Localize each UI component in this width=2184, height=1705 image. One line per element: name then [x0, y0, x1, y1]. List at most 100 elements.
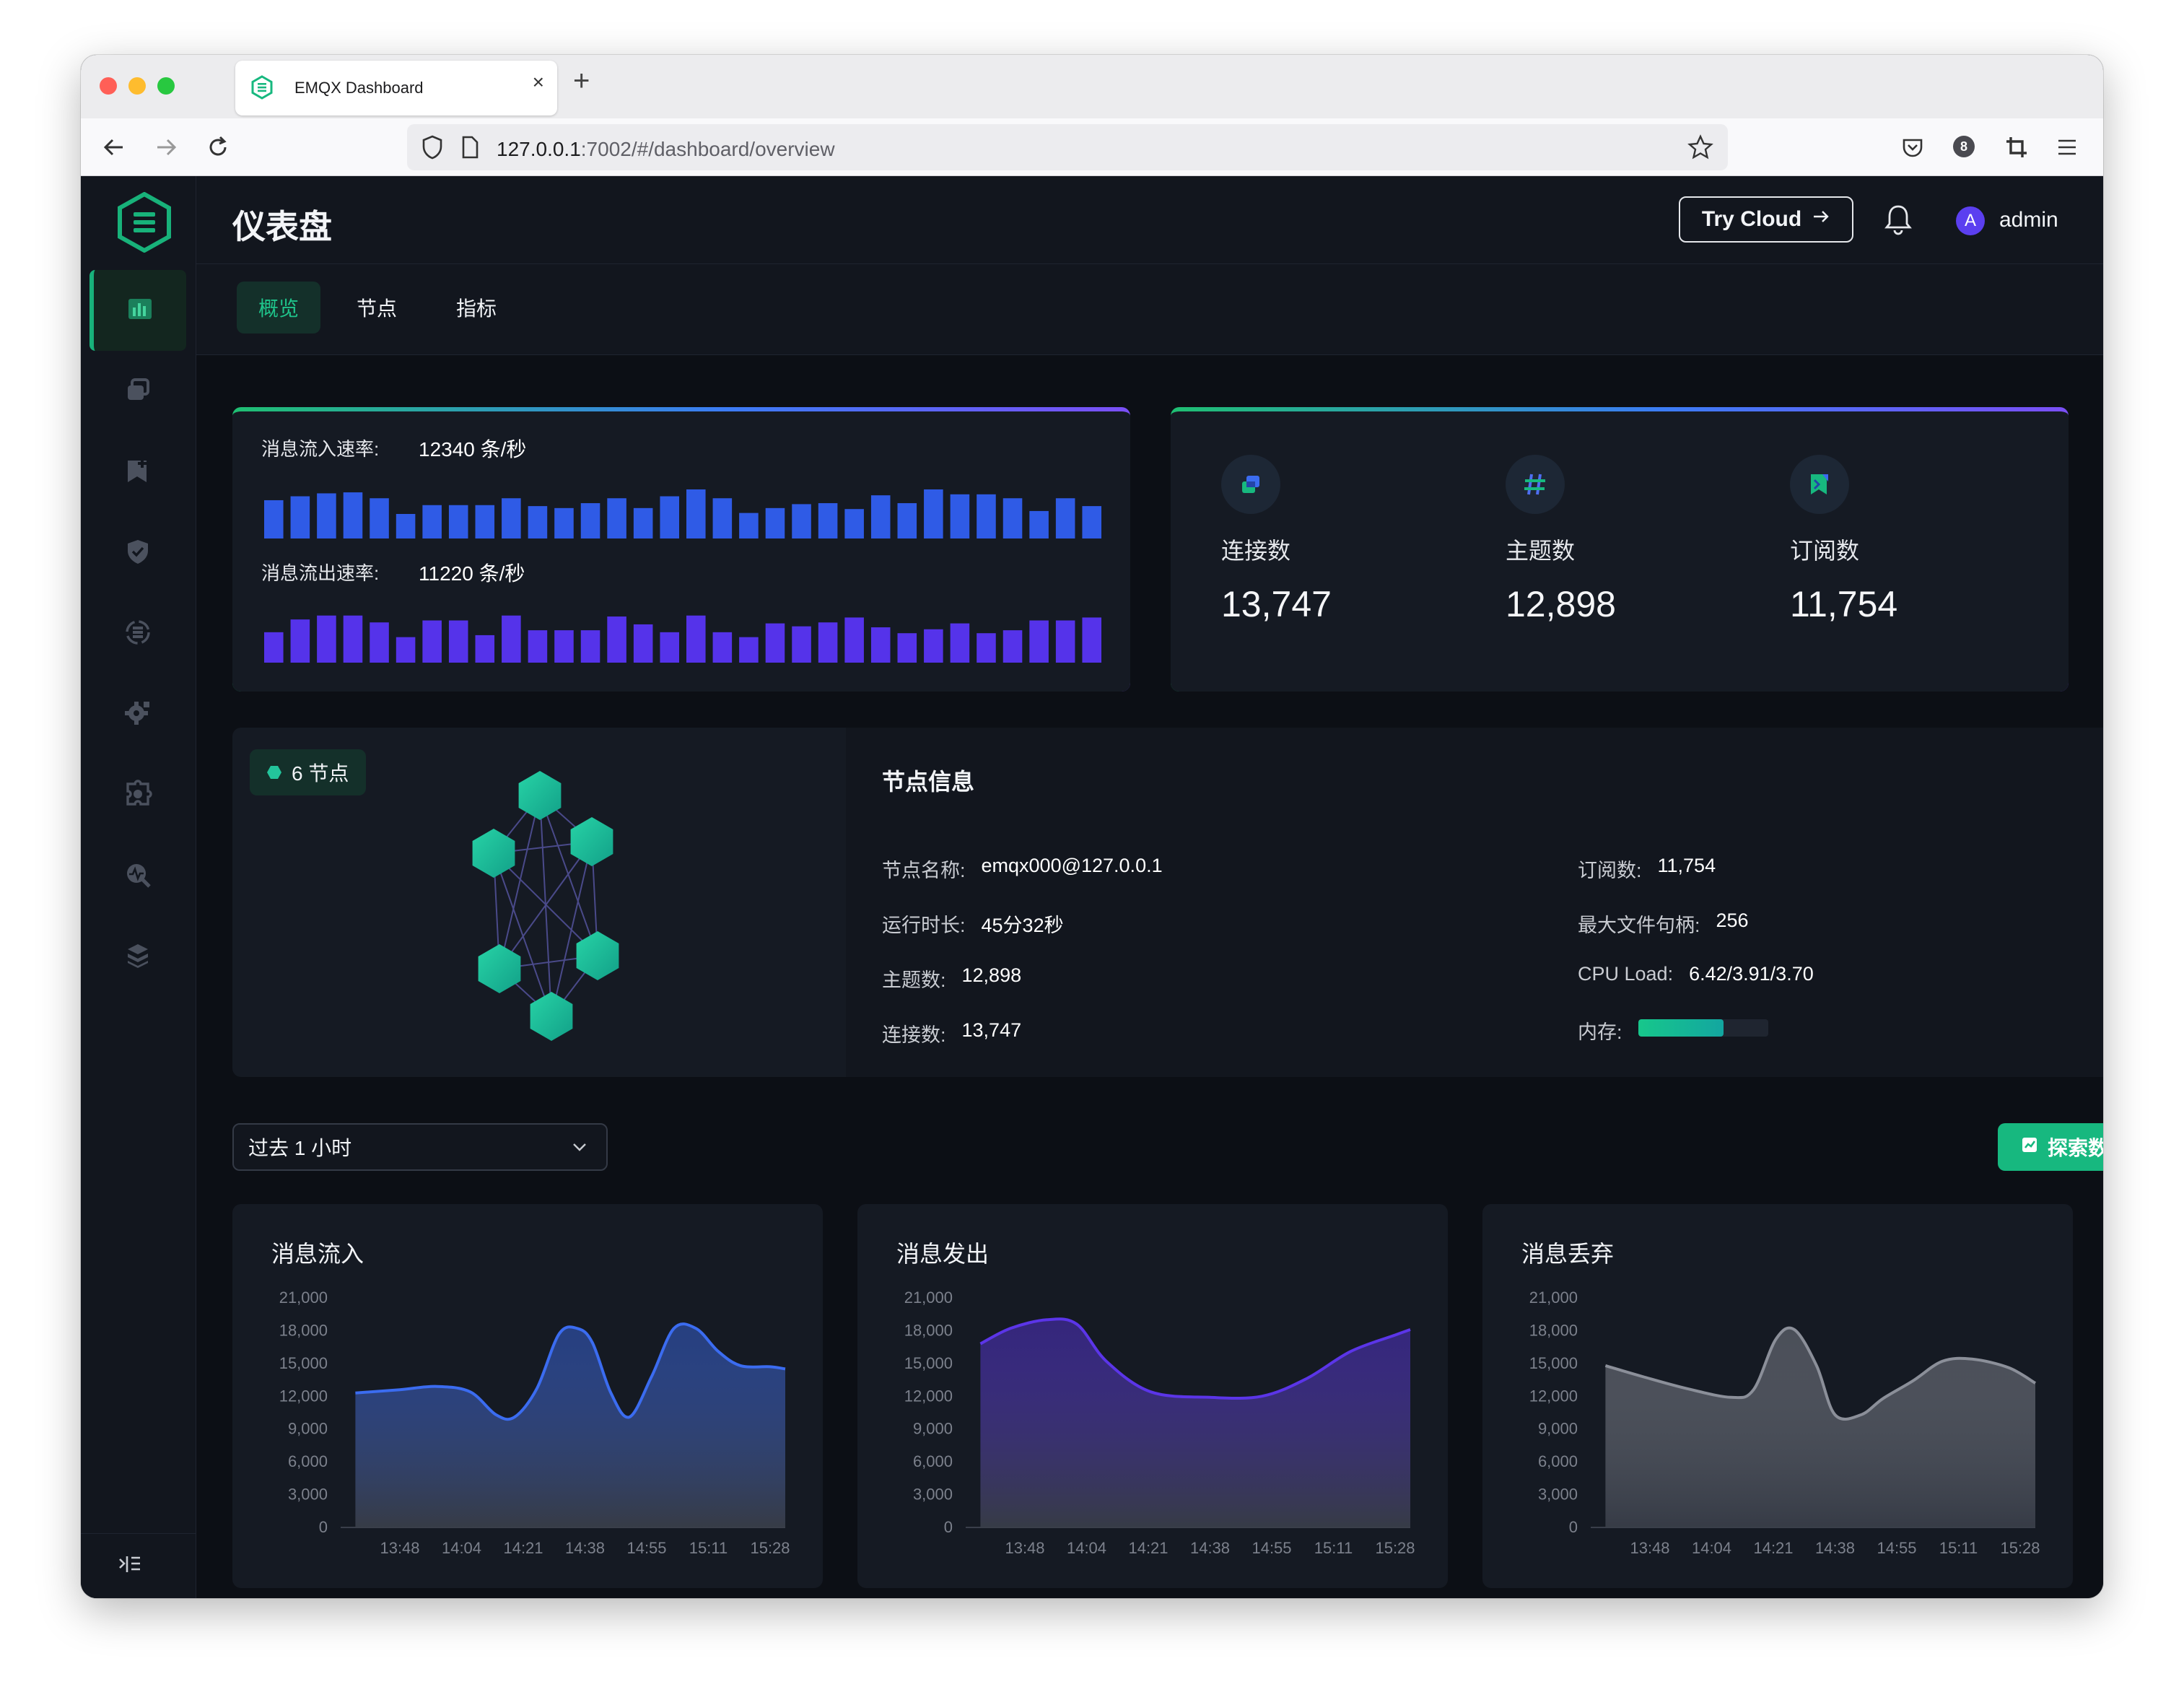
emqx-logo-icon[interactable] — [117, 191, 172, 256]
kv-key: 运行时长: — [882, 915, 966, 936]
cpu-load-row: CPU Load: 6.42/3.91/3.70 — [1578, 963, 1814, 985]
incoming-rate-bar — [1082, 506, 1101, 538]
top-header: 仪表盘 Try Cloud A admin — [196, 176, 2103, 264]
pocket-icon[interactable] — [1901, 131, 1924, 171]
x-tick-label: 13:48 — [1005, 1539, 1044, 1557]
incoming-rate-bar — [686, 489, 706, 538]
address-bar[interactable]: 127.0.0.1:7002/#/dashboard/overview — [407, 124, 1728, 170]
kv-value: emqx000@127.0.0.1 — [981, 855, 1163, 876]
incoming-rate-bar — [924, 489, 943, 538]
sidebar-item-management[interactable] — [89, 674, 186, 755]
tab-overview[interactable]: 概览 — [237, 282, 321, 333]
close-window-button[interactable] — [100, 77, 117, 95]
tab-metrics[interactable]: 指标 — [434, 282, 518, 333]
incoming-rate-bar — [1055, 498, 1075, 538]
kv-key: 内存: — [1578, 1021, 1622, 1043]
forward-icon[interactable] — [153, 131, 179, 171]
outgoing-rate-bar — [528, 630, 548, 663]
subscriptions-icon — [123, 456, 152, 489]
x-tick-label: 15:28 — [2000, 1539, 2040, 1557]
y-tick-label: 3,000 — [913, 1486, 953, 1504]
outgoing-rate-bar — [1029, 620, 1049, 663]
incoming-rate-bar — [1029, 510, 1049, 538]
collapse-sidebar-icon[interactable] — [115, 1551, 144, 1583]
cluster-node-hexagon[interactable] — [530, 992, 573, 1041]
sidebar-item-diagnose[interactable] — [89, 836, 186, 917]
outgoing-rate-bar — [712, 632, 733, 663]
outgoing-rate-bar — [317, 615, 336, 663]
incoming-rate-bar — [870, 495, 891, 538]
notification-bell-icon[interactable] — [1884, 204, 1913, 239]
minimize-window-button[interactable] — [128, 77, 146, 95]
kv-value: 256 — [1716, 910, 1749, 931]
reload-icon[interactable] — [205, 131, 231, 171]
incoming-rate-bar — [290, 496, 310, 538]
cluster-node-hexagon[interactable] — [478, 944, 521, 993]
sidebar-item-dashboard[interactable] — [89, 270, 186, 351]
outgoing-rate-bar — [1082, 617, 1101, 663]
topics-hash-icon — [1506, 455, 1565, 514]
browser-nav-bar: 127.0.0.1:7002/#/dashboard/overview 8 — [81, 118, 2103, 176]
cluster-node-hexagon[interactable] — [576, 931, 619, 980]
zoom-window-button[interactable] — [157, 77, 175, 95]
outgoing-rate-bar — [897, 633, 917, 663]
screenshot-crop-icon[interactable] — [2004, 131, 2030, 171]
outgoing-rate-value: 11220 条/秒 — [419, 562, 525, 585]
explore-data-button[interactable]: 探索数据 — [1998, 1123, 2103, 1171]
node-hexagon-icon — [267, 766, 281, 779]
y-tick-label: 3,000 — [1538, 1486, 1578, 1504]
sidebar-item-system[interactable] — [89, 917, 186, 998]
outgoing-rate-bar — [475, 635, 495, 663]
try-cloud-button[interactable]: Try Cloud — [1679, 196, 1853, 243]
sidebar-item-subscriptions[interactable] — [89, 432, 186, 513]
cluster-node-hexagon[interactable] — [570, 817, 613, 866]
x-tick-label: 15:11 — [689, 1539, 728, 1557]
extensions-icon — [123, 779, 152, 812]
y-tick-label: 15,000 — [904, 1354, 953, 1372]
sidebar-item-data-integration[interactable] — [89, 593, 186, 674]
username[interactable]: admin — [1999, 208, 2058, 232]
x-tick-label: 15:11 — [1314, 1539, 1353, 1557]
bookmark-star-icon[interactable] — [1687, 134, 1713, 164]
outgoing-rate-bar — [422, 620, 442, 663]
x-tick-label: 15:11 — [1939, 1539, 1978, 1557]
tab-nodes[interactable]: 节点 — [335, 282, 419, 333]
time-range-value: 过去 1 小时 — [248, 1137, 352, 1159]
page-info-icon[interactable] — [460, 136, 479, 162]
x-tick-label: 14:21 — [1128, 1539, 1168, 1557]
browser-tab[interactable]: EMQX Dashboard × — [235, 61, 557, 115]
cluster-node-hexagon[interactable] — [472, 829, 515, 878]
incoming-rate-bar — [317, 493, 336, 538]
node-count-label: 6 节点 — [292, 762, 349, 785]
x-tick-label: 14:38 — [1190, 1539, 1230, 1557]
back-icon[interactable] — [101, 131, 127, 171]
outgoing-rate-bar — [924, 629, 943, 663]
avatar[interactable]: A — [1956, 206, 1985, 235]
extension-badge-icon[interactable]: 8 — [1953, 136, 1975, 157]
new-tab-button[interactable]: + — [573, 65, 590, 97]
dropped-area-chart: 21,000 18,000 15,000 12,000 9,000 6,000 3,000 0… — [1529, 1288, 2040, 1557]
sidebar-item-connections[interactable] — [89, 351, 186, 432]
outgoing-rate-bar — [950, 623, 970, 663]
data-integration-icon — [123, 618, 152, 650]
y-tick-label: 9,000 — [913, 1420, 953, 1438]
stat-topics: 主题数 12,898 — [1506, 455, 1722, 625]
time-range-select[interactable]: 过去 1 小时 — [232, 1123, 608, 1171]
tracking-protection-shield-icon[interactable] — [421, 134, 443, 164]
tab-close-icon[interactable]: × — [533, 71, 544, 94]
incoming-rate-bar — [950, 494, 970, 538]
explore-data-label: 探索数据 — [2047, 1137, 2103, 1159]
y-tick-label: 6,000 — [288, 1452, 328, 1470]
cluster-node-hexagon[interactable] — [518, 771, 562, 820]
y-tick-label: 21,000 — [279, 1288, 328, 1307]
connections-stat-icon — [1221, 455, 1280, 514]
y-tick-label: 3,000 — [288, 1486, 328, 1504]
sidebar-item-access-control[interactable] — [89, 513, 186, 593]
stat-connections: 连接数 13,747 — [1221, 455, 1438, 625]
y-tick-label: 9,000 — [1538, 1420, 1578, 1438]
menu-hamburger-icon[interactable] — [2056, 131, 2079, 171]
stat-subscriptions: 订阅数 11,754 — [1790, 455, 2006, 625]
y-tick-label: 0 — [319, 1518, 328, 1536]
sidebar-item-extensions[interactable] — [89, 755, 186, 836]
x-tick-label: 14:38 — [1815, 1539, 1855, 1557]
